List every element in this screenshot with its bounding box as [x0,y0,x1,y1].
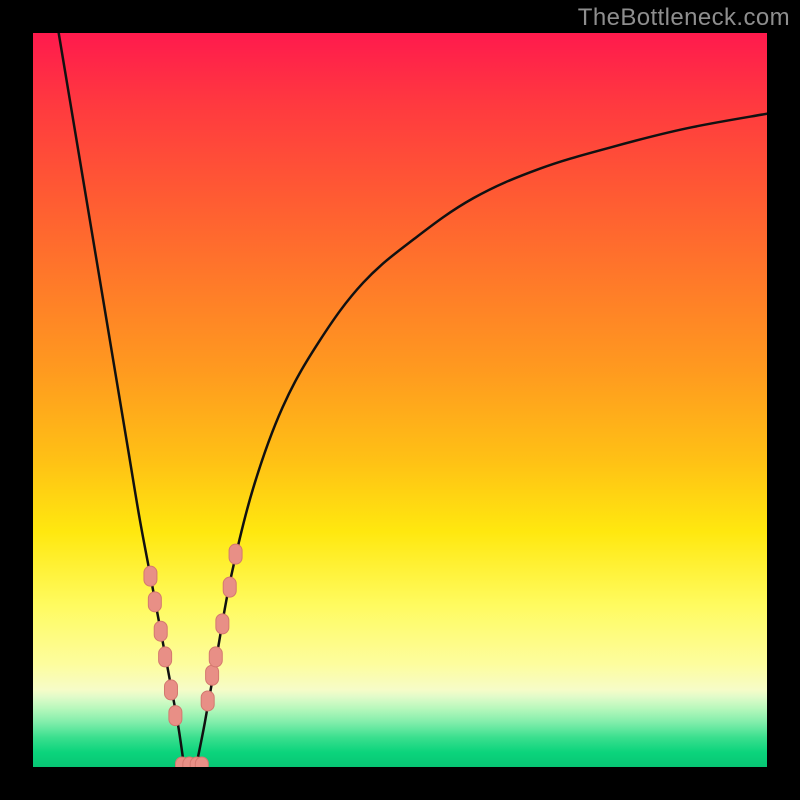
marker-6 [201,691,214,711]
watermark-text: TheBottleneck.com [578,4,790,32]
marker-3 [159,647,172,667]
marker-10 [223,577,236,597]
marker-5 [169,706,182,726]
marker-4 [164,680,177,700]
chart-frame: TheBottleneck.com [0,0,800,800]
marker-8 [209,647,222,667]
plot-area [33,33,767,767]
marker-0 [144,566,157,586]
marker-11 [229,544,242,564]
marker-layer [144,544,242,767]
marker-9 [216,614,229,634]
marker-7 [206,665,219,685]
curve-right-curve [196,114,767,767]
marker-2 [154,621,167,641]
marker-1 [148,592,161,612]
marker-15 [195,757,208,767]
chart-svg [33,33,767,767]
